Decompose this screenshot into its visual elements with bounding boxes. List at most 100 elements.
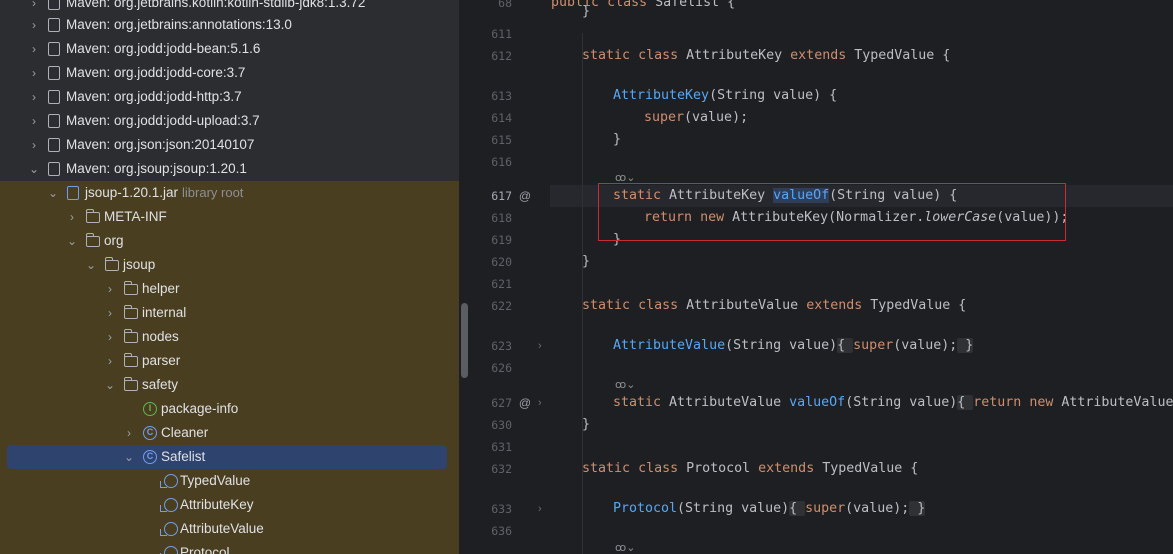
- tree-row-jsoup-pkg[interactable]: ⌄ jsoup: [0, 253, 459, 277]
- tree-row-attributekey[interactable]: AttributeKey: [0, 493, 459, 517]
- folded-region[interactable]: {: [837, 338, 854, 353]
- tree-row-label: META-INF: [104, 209, 167, 224]
- chevron-right-icon[interactable]: ›: [105, 277, 115, 301]
- tree-row-internal[interactable]: › internal: [0, 301, 459, 325]
- chevron-right-icon[interactable]: ›: [29, 85, 39, 109]
- code-line-627[interactable]: static AttributeValue valueOf(String val…: [613, 392, 1173, 414]
- code-line-613[interactable]: AttributeKey(String value) {: [613, 85, 837, 107]
- line-number: 612: [491, 49, 512, 63]
- code-line-615[interactable]: }: [613, 129, 621, 151]
- tree-row-meta-inf[interactable]: › META-INF: [0, 205, 459, 229]
- code-line-632[interactable]: static class Protocol extends TypedValue…: [582, 458, 918, 480]
- chevron-right-icon[interactable]: ›: [67, 205, 77, 229]
- tree-row-jodd-core[interactable]: › Maven: org.jodd:jodd-core:3.7: [0, 61, 459, 85]
- chevron-right-icon[interactable]: ›: [29, 109, 39, 133]
- function-token: AttributeValue: [613, 338, 726, 353]
- folded-region[interactable]: {: [789, 501, 806, 516]
- library-icon: [48, 114, 60, 128]
- code-token: Protocol: [678, 461, 759, 476]
- chevron-right-icon[interactable]: ›: [29, 13, 39, 37]
- nested-class-icon: [160, 498, 178, 512]
- line-number: 621: [491, 277, 512, 291]
- folded-region[interactable]: }: [957, 338, 974, 353]
- chevron-down-icon[interactable]: ⌄: [67, 229, 77, 253]
- code-line-614[interactable]: super(value);: [644, 107, 748, 129]
- line-number: 616: [491, 155, 512, 169]
- folder-icon: [123, 377, 138, 391]
- keyword-token: class: [638, 48, 679, 63]
- keyword-token: extends: [790, 48, 847, 63]
- tree-row-jsoup-lib[interactable]: ⌄ Maven: org.jsoup:jsoup:1.20.1: [0, 157, 459, 181]
- code-token: (String value): [725, 338, 838, 353]
- chevron-down-icon[interactable]: ⌄: [105, 373, 115, 397]
- code-line-611[interactable]: }: [582, 1, 590, 23]
- fold-expand-icon[interactable]: ›: [538, 335, 548, 357]
- tree-row-jodd-http[interactable]: › Maven: org.jodd:jodd-http:3.7: [0, 85, 459, 109]
- tree-row-label: Maven: org.jsoup:jsoup:1.20.1: [66, 161, 247, 176]
- library-icon: [48, 90, 60, 104]
- folded-region[interactable]: {: [957, 395, 974, 410]
- chevron-right-icon[interactable]: ›: [105, 301, 115, 325]
- code-editor[interactable]: 68 611 612 613 614 615 616 617 618 619 6…: [474, 0, 1173, 554]
- folded-region[interactable]: }: [909, 501, 926, 516]
- code-token: AttributeValue: [661, 395, 790, 410]
- tree-row-attributevalue[interactable]: AttributeValue: [0, 517, 459, 541]
- tree-row-helper[interactable]: › helper: [0, 277, 459, 301]
- tree-row-package-info[interactable]: I package-info: [0, 397, 459, 421]
- keyword-token: static: [613, 395, 662, 410]
- code-line-630[interactable]: }: [582, 414, 590, 436]
- code-token: (value);: [845, 501, 910, 516]
- line-number: 614: [491, 111, 512, 125]
- code-token: TypedValue {: [846, 48, 951, 63]
- chevron-right-icon[interactable]: ›: [29, 37, 39, 61]
- folder-icon: [104, 257, 119, 271]
- tree-row-typedvalue[interactable]: TypedValue: [0, 469, 459, 493]
- tree-row-label: jsoup: [123, 257, 156, 272]
- code-line-68[interactable]: public class Safelist {: [551, 0, 735, 14]
- chevron-right-icon[interactable]: ›: [105, 349, 115, 373]
- chevron-right-icon[interactable]: ›: [105, 325, 115, 349]
- tree-row-safelist[interactable]: ⌄ C Safelist: [0, 445, 459, 469]
- tree-row-jodd-bean[interactable]: › Maven: org.jodd:jodd-bean:5.1.6: [0, 37, 459, 61]
- fold-expand-icon[interactable]: ›: [538, 392, 548, 414]
- tree-row-label: Maven: org.jodd:jodd-upload:3.7: [66, 113, 260, 128]
- tree-row-cleaner[interactable]: › C Cleaner: [0, 421, 459, 445]
- chevron-down-icon[interactable]: ⌄: [86, 253, 96, 277]
- tree-row-safety[interactable]: ⌄ safety: [0, 373, 459, 397]
- line-number: 631: [491, 440, 512, 454]
- tree-row-jsoup-jar[interactable]: ⌄ jsoup-1.20.1.jar library root: [0, 181, 459, 205]
- tree-row-label: internal: [142, 305, 187, 320]
- line-number: 623: [491, 339, 512, 353]
- inlay-hint-icon[interactable]: ꝏ⌄: [615, 537, 635, 554]
- keyword-token: extends: [806, 298, 863, 313]
- function-token: valueOf: [789, 395, 846, 410]
- override-icon[interactable]: @: [518, 396, 532, 410]
- chevron-down-icon[interactable]: ⌄: [124, 445, 134, 469]
- override-icon[interactable]: @: [518, 189, 532, 203]
- tree-row-nodes[interactable]: › nodes: [0, 325, 459, 349]
- code-line-620[interactable]: }: [582, 251, 590, 273]
- tree-row-label: safety: [142, 377, 179, 392]
- chevron-right-icon[interactable]: ›: [29, 61, 39, 85]
- tree-scrollbar-thumb[interactable]: [461, 303, 468, 378]
- tree-row-annotations[interactable]: › Maven: org.jetbrains:annotations:13.0: [0, 13, 459, 37]
- tree-row-json[interactable]: › Maven: org.json:json:20140107: [0, 133, 459, 157]
- library-icon: [48, 66, 60, 80]
- tree-row-protocol[interactable]: Protocol: [0, 541, 459, 554]
- chevron-down-icon[interactable]: ⌄: [29, 157, 39, 181]
- fold-expand-icon[interactable]: ›: [538, 498, 548, 520]
- tree-row-label: jsoup-1.20.1.jar: [85, 185, 179, 200]
- chevron-right-icon[interactable]: ›: [124, 421, 134, 445]
- keyword-token: static: [582, 461, 631, 476]
- chevron-down-icon[interactable]: ⌄: [48, 181, 58, 205]
- code-line-612[interactable]: static class AttributeKey extends TypedV…: [582, 45, 950, 67]
- code-line-633[interactable]: Protocol(String value){ super(value); }: [613, 498, 926, 520]
- tree-row-parser[interactable]: › parser: [0, 349, 459, 373]
- code-line-622[interactable]: static class AttributeValue extends Type…: [582, 295, 966, 317]
- chevron-right-icon[interactable]: ›: [29, 133, 39, 157]
- code-line-623[interactable]: AttributeValue(String value){ super(valu…: [613, 335, 974, 357]
- code-token: TypedValue {: [862, 298, 967, 313]
- tree-row-jodd-upload[interactable]: › Maven: org.jodd:jodd-upload:3.7: [0, 109, 459, 133]
- tree-row-org[interactable]: ⌄ org: [0, 229, 459, 253]
